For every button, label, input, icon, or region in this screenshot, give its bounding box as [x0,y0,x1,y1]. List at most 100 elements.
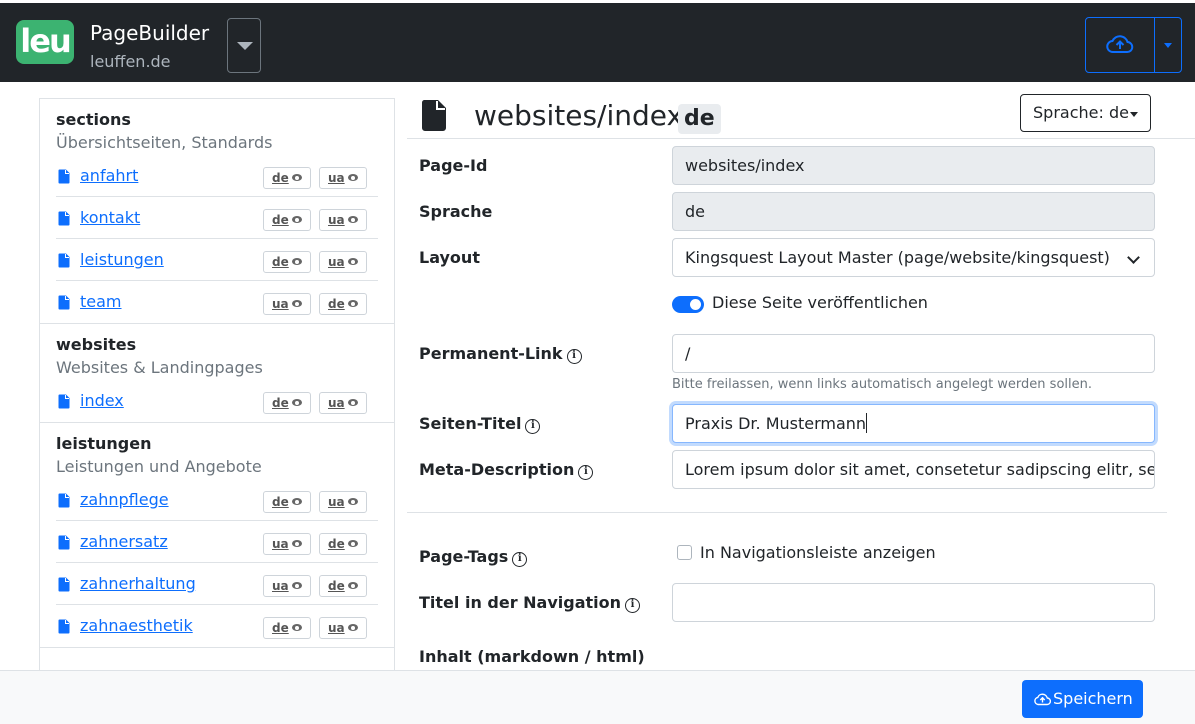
language-badge-button[interactable]: de [263,491,311,513]
sidebar-page-link[interactable]: zahnerhaltung [80,574,196,593]
sidebar-page-item: anfahrt de ua [56,155,378,197]
eye-icon [348,174,358,181]
sidebar: sections Übersichtseiten, Standards anfahr… [39,98,395,670]
eye-icon [348,624,358,631]
info-icon[interactable]: i [578,465,594,480]
group-description: Leistungen und Angebote [56,457,262,476]
sidebar-group: sections Übersichtseiten, Standards anfahr… [40,99,394,324]
language-badge-button[interactable]: ua [319,167,367,189]
seiten-titel-input[interactable]: Praxis Dr. Mustermann [672,404,1155,443]
upload-button[interactable] [1086,18,1155,72]
save-button[interactable]: Speichern [1022,680,1143,718]
nav-title-label: Titel in der Navigation i [419,591,641,615]
language-badge-button[interactable]: de [319,533,367,555]
site-name: leuffen.de [90,52,171,71]
layout-select[interactable]: Kingsquest Layout Master (page/website/k… [672,238,1155,277]
group-description: Websites & Landingpages [56,358,263,377]
language-badge-button[interactable]: ua [319,491,367,513]
sidebar-page-link[interactable]: zahnersatz [80,532,168,551]
group-title: sections [56,110,131,129]
language-badge-button[interactable]: ua [319,392,367,414]
file-icon [58,535,70,554]
eye-icon [292,399,302,406]
sidebar-page-link[interactable]: zahnaesthetik [80,616,193,635]
sidebar-page-link[interactable]: anfahrt [80,166,138,185]
upload-dropdown-toggle[interactable] [1155,18,1181,72]
sidebar-page-item: index de ua [56,380,378,422]
meta-description-input[interactable]: Lorem ipsum dolor sit amet, consetetur s… [672,450,1155,489]
info-icon[interactable]: i [566,349,582,364]
publish-toggle[interactable] [672,296,704,313]
file-icon [58,577,70,596]
nav-checkbox[interactable] [677,545,692,560]
heading-divider [407,138,1195,139]
sidebar-page-link[interactable]: kontakt [80,208,140,227]
page-tags-label: Page-Tags i [419,545,528,569]
section-divider [407,512,1167,513]
eye-icon [292,624,302,631]
language-badge-button[interactable]: de [319,575,367,597]
footer-bar: Speichern [0,670,1195,724]
nav-checkbox-label: In Navigationsleiste anzeigen [700,543,936,562]
language-dropdown[interactable]: Sprache: de [1020,94,1151,132]
eye-icon [292,582,302,589]
sidebar-group: leistungen Leistungen und Angebote zahnpfl… [40,423,394,648]
file-icon [58,394,70,413]
language-badge-button[interactable]: de [263,209,311,231]
info-icon[interactable]: i [525,419,541,434]
eye-icon [292,174,302,181]
sprache-label: Sprache [419,202,493,221]
sidebar-page-item: zahnpflege de ua [56,479,378,521]
sidebar-page-item: leistungen de ua [56,239,378,281]
language-badge-button[interactable]: de [263,392,311,414]
language-badge-button[interactable]: ua [319,209,367,231]
language-badge-button[interactable]: ua [263,293,311,315]
sidebar-page-link[interactable]: team [80,292,122,311]
language-badge-button[interactable]: de [263,167,311,189]
info-icon[interactable]: i [625,598,641,613]
sprache-field: de [672,192,1155,231]
eye-icon [348,216,358,223]
eye-icon [348,582,358,589]
eye-icon [348,399,358,406]
language-badge-button[interactable]: de [319,293,367,315]
file-icon [58,295,70,314]
group-title: leistungen [56,434,152,453]
language-badge-button[interactable]: ua [319,251,367,273]
seiten-titel-label: Seiten-Titel i [419,412,541,436]
publish-toggle-label: Diese Seite veröffentlichen [712,293,928,312]
language-badge-button[interactable]: ua [319,617,367,639]
group-title: websites [56,335,137,354]
sidebar-page-item: kontakt de ua [56,197,378,239]
page-id-field: websites/index [672,146,1155,185]
eye-icon [348,300,358,307]
eye-icon [348,498,358,505]
language-badge-button[interactable]: ua [263,533,311,555]
file-icon [58,619,70,638]
eye-icon [292,258,302,265]
eye-icon [348,540,358,547]
language-badge-button[interactable]: de [263,251,311,273]
site-dropdown-toggle[interactable] [227,18,261,73]
layout-label: Layout [419,248,480,267]
language-badge: de [678,104,721,134]
info-icon[interactable]: i [512,552,528,567]
eye-icon [348,258,358,265]
meta-description-label: Meta-Description i [419,458,594,482]
language-badge-button[interactable]: de [263,617,311,639]
file-icon [421,100,446,131]
sidebar-page-link[interactable]: zahnpflege [80,490,169,509]
page-id-label: Page-Id [419,156,488,175]
permalink-input[interactable]: / [672,334,1155,373]
language-badge-button[interactable]: ua [263,575,311,597]
sidebar-page-link[interactable]: index [80,391,124,410]
eye-icon [292,216,302,223]
file-icon [58,211,70,230]
cloud-upload-icon [1034,693,1051,706]
sidebar-page-item: zahnersatz ua de [56,521,378,563]
publish-button-group [1085,17,1182,73]
app-title: PageBuilder [90,21,210,45]
sidebar-page-link[interactable]: leistungen [80,250,164,269]
nav-title-input[interactable] [672,583,1155,622]
cloud-upload-icon [1106,35,1134,53]
